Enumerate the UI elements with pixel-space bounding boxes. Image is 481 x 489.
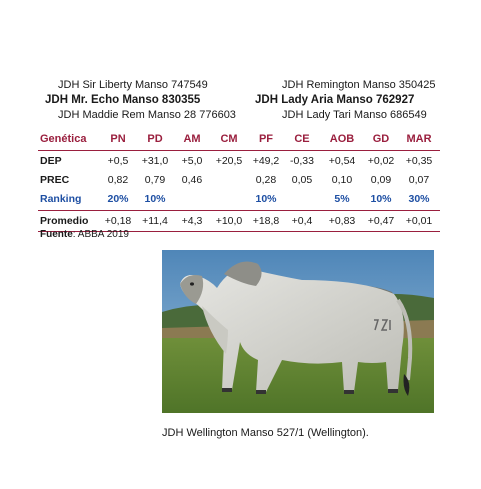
table-cell: +0,35: [405, 154, 433, 167]
row-label: PREC: [40, 173, 70, 186]
table-cell: 0,10: [331, 173, 353, 186]
table-header-row: Genética PN PD AM CM PF CE AOB GD MAR: [38, 128, 440, 151]
header-cell: AOB: [320, 128, 364, 151]
table-cell: 0,46: [181, 173, 203, 186]
row-label: Ranking: [40, 192, 82, 205]
table-cell: 0,28: [255, 173, 277, 186]
table-cell: +4,3: [174, 210, 210, 232]
pedigree-sire: JDH Mr. Echo Manso 830355: [45, 94, 201, 106]
header-cell: CM: [210, 128, 248, 151]
table-cell: +0,83: [320, 210, 364, 232]
header-cell: MAR: [398, 128, 440, 151]
table-cell: +5,0: [181, 154, 203, 167]
pedigree-dam-dam: JDH Lady Tari Manso 686549: [282, 109, 427, 121]
table-cell: +49,2: [252, 154, 280, 167]
table-cell: [174, 189, 210, 208]
table-cell: +0,47: [364, 210, 398, 232]
table-cell: 5%: [334, 192, 350, 205]
table-cell: +31,0: [141, 154, 169, 167]
header-cell: PD: [136, 128, 174, 151]
table-cell: +0,5: [107, 154, 129, 167]
header-cell: GD: [364, 128, 398, 151]
table-row-dep: DEP +0,5 +31,0 +5,0 +20,5 +49,2 -0,33 +0…: [38, 151, 440, 171]
pedigree: JDH Sir Liberty Manso 747549 JDH Mr. Ech…: [0, 79, 481, 123]
header-cell: PN: [100, 128, 136, 151]
table-cell: 0,07: [408, 173, 430, 186]
table-cell: [210, 189, 248, 208]
table-cell: [210, 170, 248, 189]
header-cell: Genética: [38, 128, 100, 151]
table-cell: +10,0: [210, 210, 248, 232]
table-cell: 0,82: [107, 173, 129, 186]
table-cell: +0,02: [367, 154, 395, 167]
header-cell: CE: [284, 128, 320, 151]
table-cell: +20,5: [215, 154, 243, 167]
table-cell: 10%: [370, 192, 392, 205]
source-label: Fuente: [40, 229, 73, 240]
table-cell: -0,33: [290, 154, 314, 167]
table-cell: 0,79: [144, 173, 166, 186]
table-cell: 10%: [144, 192, 166, 205]
table-cell: 0,05: [291, 173, 313, 186]
pedigree-dam-sire: JDH Remington Manso 350425: [282, 79, 436, 91]
table-cell: 0,09: [370, 173, 392, 186]
bull-photo: [162, 250, 434, 413]
table-cell: +0,01: [398, 210, 440, 232]
pedigree-sire-dam: JDH Maddie Rem Manso 28 776603: [58, 109, 236, 121]
header-cell: AM: [174, 128, 210, 151]
table-row-prec: PREC 0,82 0,79 0,46 0,28 0,05 0,10 0,09 …: [38, 170, 440, 189]
table-cell: 10%: [255, 192, 277, 205]
table-row-ranking: Ranking 20% 10% 10% 5% 10% 30%: [38, 189, 440, 208]
photo-caption: JDH Wellington Manso 527/1 (Wellington).: [162, 427, 369, 439]
table-cell: [284, 189, 320, 208]
table-cell: 20%: [107, 192, 129, 205]
bull-photo-illustration: [162, 250, 434, 413]
header-cell: PF: [248, 128, 284, 151]
source-note: Fuente: ABBA 2019: [40, 229, 129, 240]
table-cell: +0,4: [284, 210, 320, 232]
source-text: : ABBA 2019: [72, 229, 129, 240]
table-cell: +0,54: [328, 154, 356, 167]
table-cell: 30%: [408, 192, 430, 205]
pedigree-sire-sire: JDH Sir Liberty Manso 747549: [58, 79, 208, 91]
row-label: DEP: [40, 154, 62, 167]
pedigree-dam: JDH Lady Aria Manso 762927: [255, 94, 415, 106]
table-cell: +11,4: [136, 210, 174, 232]
genetics-table: Genética PN PD AM CM PF CE AOB GD MAR DE…: [38, 128, 440, 232]
table-cell: +18,8: [248, 210, 284, 232]
